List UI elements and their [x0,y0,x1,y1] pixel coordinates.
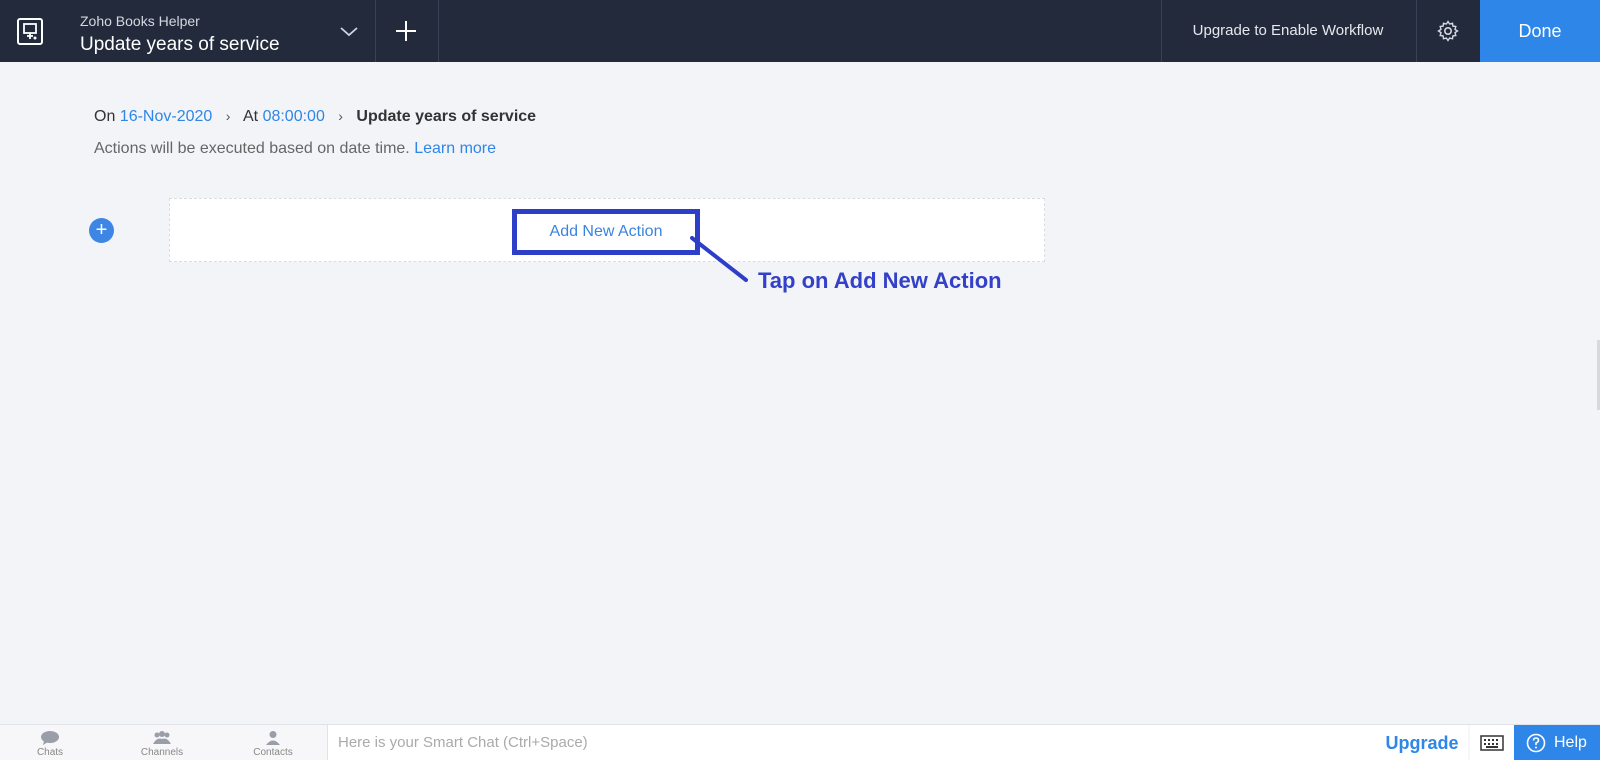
help-label: Help [1554,734,1587,751]
add-new-action-button[interactable]: Add New Action [512,209,700,255]
at-label: At [242,108,259,125]
nav-contacts-label: Contacts [253,747,293,758]
date-link[interactable]: 16-Nov-2020 [120,108,213,125]
description: Actions will be executed based on date t… [94,140,496,158]
chevron-right-icon: › [338,108,343,124]
chevron-right-icon: › [225,108,231,124]
divider [438,0,439,62]
nav-chats-label: Chats [36,747,64,758]
nav-contacts[interactable]: Contacts [228,725,318,760]
nav-channels-label: Channels [140,747,184,758]
contacts-icon [266,731,280,745]
bottom-bar: Chats Channels Contacts Here is your Sma… [0,724,1600,760]
add-step-button[interactable]: + [89,218,114,243]
annotation-text: Tap on Add New Action [758,268,1002,293]
keyboard-button[interactable] [1470,725,1514,760]
gear-icon [1437,20,1459,42]
upgrade-button[interactable]: Upgrade [1376,725,1468,760]
question-icon [1526,733,1546,753]
on-label: On [94,108,116,125]
nav-channels[interactable]: Channels [117,725,207,760]
channels-icon [153,731,171,744]
settings-button[interactable] [1417,0,1479,62]
plus-icon [396,21,416,41]
description-text: Actions will be executed based on date t… [94,140,410,157]
top-bar: Zoho Books Helper Update years of servic… [0,0,1600,62]
upgrade-workflow-button[interactable]: Upgrade to Enable Workflow [1161,0,1415,62]
breadcrumb-current: Update years of service [356,108,537,125]
help-button[interactable]: Help [1514,725,1600,760]
done-button[interactable]: Done [1480,0,1600,62]
chats-icon [41,731,59,745]
smart-chat-input[interactable]: Here is your Smart Chat (Ctrl+Space) [327,725,1377,760]
breadcrumb: On 16-Nov-2020 › At 08:00:00 › Update ye… [94,108,536,126]
page-title: Update years of service [80,34,280,55]
callout-connector [690,236,748,282]
keyboard-icon [1480,735,1504,751]
chevron-down-icon[interactable] [338,20,360,42]
time-link[interactable]: 08:00:00 [263,108,325,125]
app-name: Zoho Books Helper [80,13,200,29]
bot-app-icon[interactable] [17,18,43,45]
add-button[interactable] [375,0,437,62]
nav-chats[interactable]: Chats [5,725,95,760]
learn-more-link[interactable]: Learn more [414,140,496,157]
